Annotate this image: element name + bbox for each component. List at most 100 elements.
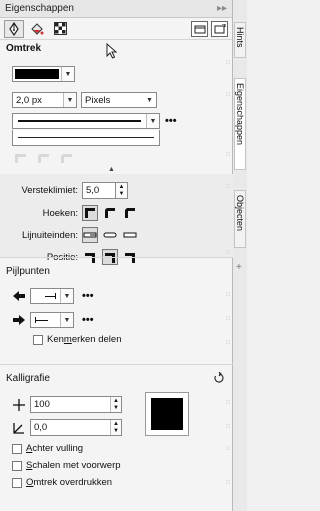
cap-butt-icon (83, 232, 97, 238)
end-arrowhead-select[interactable]: ▼ (30, 312, 74, 328)
corners-label: Hoeken: (42, 207, 78, 219)
start-arrowhead-select[interactable]: ▼ (30, 288, 74, 304)
frame-icon[interactable] (191, 20, 208, 37)
stretch-stepper[interactable]: ▲ ▼ (110, 397, 121, 412)
cap-butt-button[interactable] (82, 227, 98, 243)
angle-icon (13, 422, 24, 434)
mouse-cursor-icon (106, 43, 118, 59)
pin-marker-icon: □ (226, 292, 230, 298)
miter-limit-value: 5,0 (86, 185, 100, 196)
pin-marker-icon: □ (226, 446, 230, 452)
outline-color-picker[interactable]: ▼ (12, 66, 75, 82)
collapse-icon[interactable]: ▸▸ (217, 3, 227, 14)
line-style-line (18, 137, 154, 138)
pin-marker-icon: □ (226, 424, 230, 430)
corner-bevel-disabled-icon (61, 154, 72, 163)
property-tabs (0, 18, 232, 40)
tab-hints[interactable]: Hints (234, 22, 246, 58)
start-arrow-more-icon[interactable]: ••• (82, 290, 94, 302)
stretch-value: 100 (34, 399, 50, 410)
outline-unit-value: Pixels (85, 94, 111, 106)
cap-square-button[interactable] (122, 227, 138, 243)
pin-marker-icon: □ (226, 92, 230, 98)
fill-bucket-icon (31, 22, 44, 35)
overprint-outline-checkbox[interactable] (12, 477, 22, 488)
scale-with-object-label: Schalen met voorwerp (26, 460, 121, 471)
pin-marker-icon: □ (226, 316, 230, 322)
chevron-down-icon: ▼ (60, 289, 73, 303)
arrowheads-section-title: Pijlpunten (6, 266, 50, 277)
add-docker-icon[interactable]: + (236, 262, 242, 273)
tab-outline-pen[interactable] (4, 19, 24, 38)
tab-fill[interactable] (27, 20, 47, 38)
corner-round-disabled-icon (38, 154, 49, 163)
tab-objects[interactable]: Objecten (234, 190, 246, 248)
chevron-down-icon: ▼ (61, 67, 74, 81)
chevron-down-icon: ▼ (146, 114, 159, 128)
miter-limit-input[interactable]: 5,0 (82, 182, 116, 199)
properties-panel: Eigenschappen ▸▸ Omtrek ▼ 2,0 px ▼ Pixel… (0, 0, 233, 511)
new-window-icon[interactable] (211, 20, 228, 37)
behind-fill-label: Achter vulling (26, 443, 84, 454)
corner-miter-button[interactable] (82, 205, 98, 221)
arrowhead-start-tick (55, 293, 56, 299)
more-options-icon[interactable]: ••• (165, 115, 177, 127)
pin-marker-icon: □ (226, 250, 230, 256)
miter-limit-stepper[interactable]: ▲ ▼ (116, 182, 128, 199)
corner-round-icon (105, 208, 115, 218)
miter-limit-label: Versteklimiet: (21, 185, 79, 196)
tab-properties[interactable]: Eigenschappen (234, 78, 246, 170)
line-style-select[interactable]: ▼ (12, 113, 160, 129)
outline-width-value: 2,0 px (16, 94, 42, 106)
stretch-icon (13, 398, 25, 411)
line-style-preview (18, 120, 141, 122)
pin-marker-icon: □ (226, 400, 230, 406)
arrowhead-start-preview (45, 295, 55, 297)
end-arrow-more-icon[interactable]: ••• (82, 314, 94, 326)
panel-title: Eigenschappen (5, 3, 74, 14)
line-style-preview-box (12, 130, 160, 146)
chevron-up-icon[interactable]: ▲ (108, 166, 115, 173)
corner-bevel-button[interactable] (122, 205, 138, 221)
pin-marker-icon: □ (226, 480, 230, 486)
share-attributes-checkbox[interactable] (33, 334, 43, 345)
pin-marker-icon: □ (226, 60, 230, 66)
calligraphy-section-title: Kalligrafie (6, 372, 50, 384)
angle-stepper[interactable]: ▲ ▼ (110, 420, 121, 435)
arrow-left-icon (13, 291, 25, 301)
docker-tab-strip (233, 0, 247, 511)
tab-transparency[interactable] (50, 20, 70, 38)
chevron-down-icon: ▼ (60, 313, 73, 327)
chevron-down-icon: ▼ (143, 93, 156, 107)
divider (0, 364, 233, 365)
corner-miter-icon (85, 208, 95, 218)
pin-marker-icon: □ (226, 184, 230, 190)
scale-with-object-checkbox[interactable] (12, 460, 22, 471)
outline-color-swatch (15, 69, 59, 79)
divider (0, 257, 233, 258)
corner-miter-disabled-icon (15, 154, 26, 163)
cap-round-button[interactable] (102, 227, 118, 243)
share-attributes-label: Kenmerken delen (47, 334, 122, 345)
cap-square-icon (123, 232, 137, 238)
cap-round-icon (103, 232, 117, 238)
angle-input[interactable]: 0,0 ▲ ▼ (30, 419, 122, 436)
stretch-input[interactable]: 100 ▲ ▼ (30, 396, 122, 413)
overprint-outline-label: Omtrek overdrukken (26, 477, 113, 488)
transparency-checker-icon (53, 22, 67, 35)
line-caps-label: Lijnuiteinden: (22, 229, 78, 241)
arrowhead-end-preview (36, 319, 48, 321)
reset-icon[interactable] (213, 372, 225, 384)
corner-round-button[interactable] (102, 205, 118, 221)
arrow-right-icon (13, 315, 25, 325)
chevron-down-icon: ▼ (63, 93, 76, 107)
angle-value: 0,0 (34, 422, 48, 433)
outline-unit-select[interactable]: Pixels ▼ (81, 92, 157, 108)
panel-titlebar: Eigenschappen ▸▸ (0, 0, 232, 18)
pin-marker-icon: □ (226, 340, 230, 346)
corner-bevel-icon (125, 208, 135, 218)
calligraphy-nib-preview (145, 392, 189, 436)
behind-fill-checkbox[interactable] (12, 443, 22, 454)
outline-width-select[interactable]: 2,0 px ▼ (12, 92, 77, 108)
outline-section-title: Omtrek (6, 43, 42, 54)
